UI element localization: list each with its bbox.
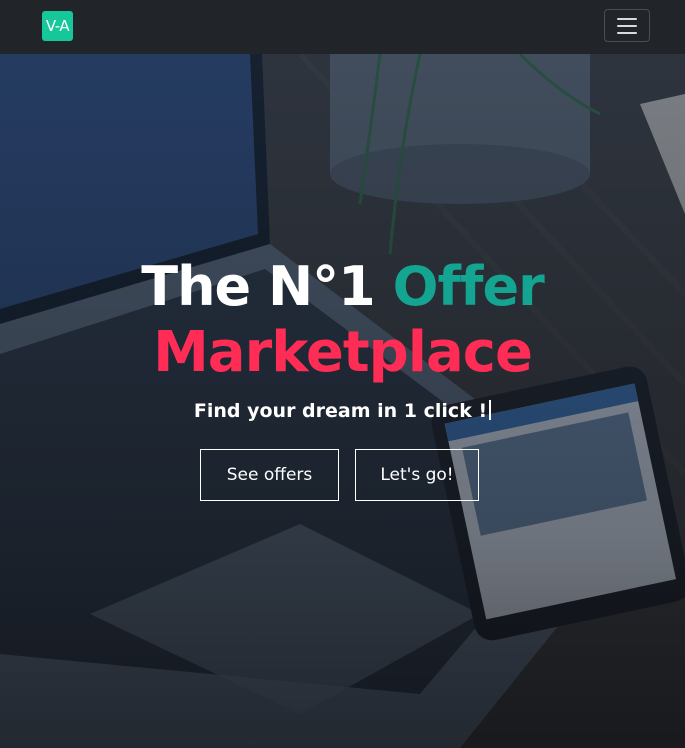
navbar-toggle-button[interactable]	[604, 9, 650, 42]
hero-subtitle: Find your dream in 1 click !	[0, 400, 685, 422]
hamburger-icon-line	[617, 17, 637, 20]
hero-section: The N°1 Offer Marketplace Find your drea…	[0, 54, 685, 748]
hero-title-line1: The N°1 Offer	[0, 260, 685, 314]
hero-title-line2: Marketplace	[153, 320, 533, 385]
see-offers-button[interactable]: See offers	[200, 449, 339, 501]
hero-title-accent: Offer	[392, 255, 545, 318]
lets-go-button[interactable]: Let's go!	[355, 449, 479, 501]
brand-logo[interactable]: V-A	[42, 11, 73, 41]
hamburger-icon-line	[617, 24, 637, 27]
hero-subtitle-text: Find your dream in 1 click !	[193, 400, 488, 422]
navbar: V-A	[0, 0, 685, 54]
typing-cursor	[489, 400, 492, 420]
hamburger-icon-line	[617, 31, 637, 34]
hero-title-main: The N°1	[141, 255, 393, 318]
